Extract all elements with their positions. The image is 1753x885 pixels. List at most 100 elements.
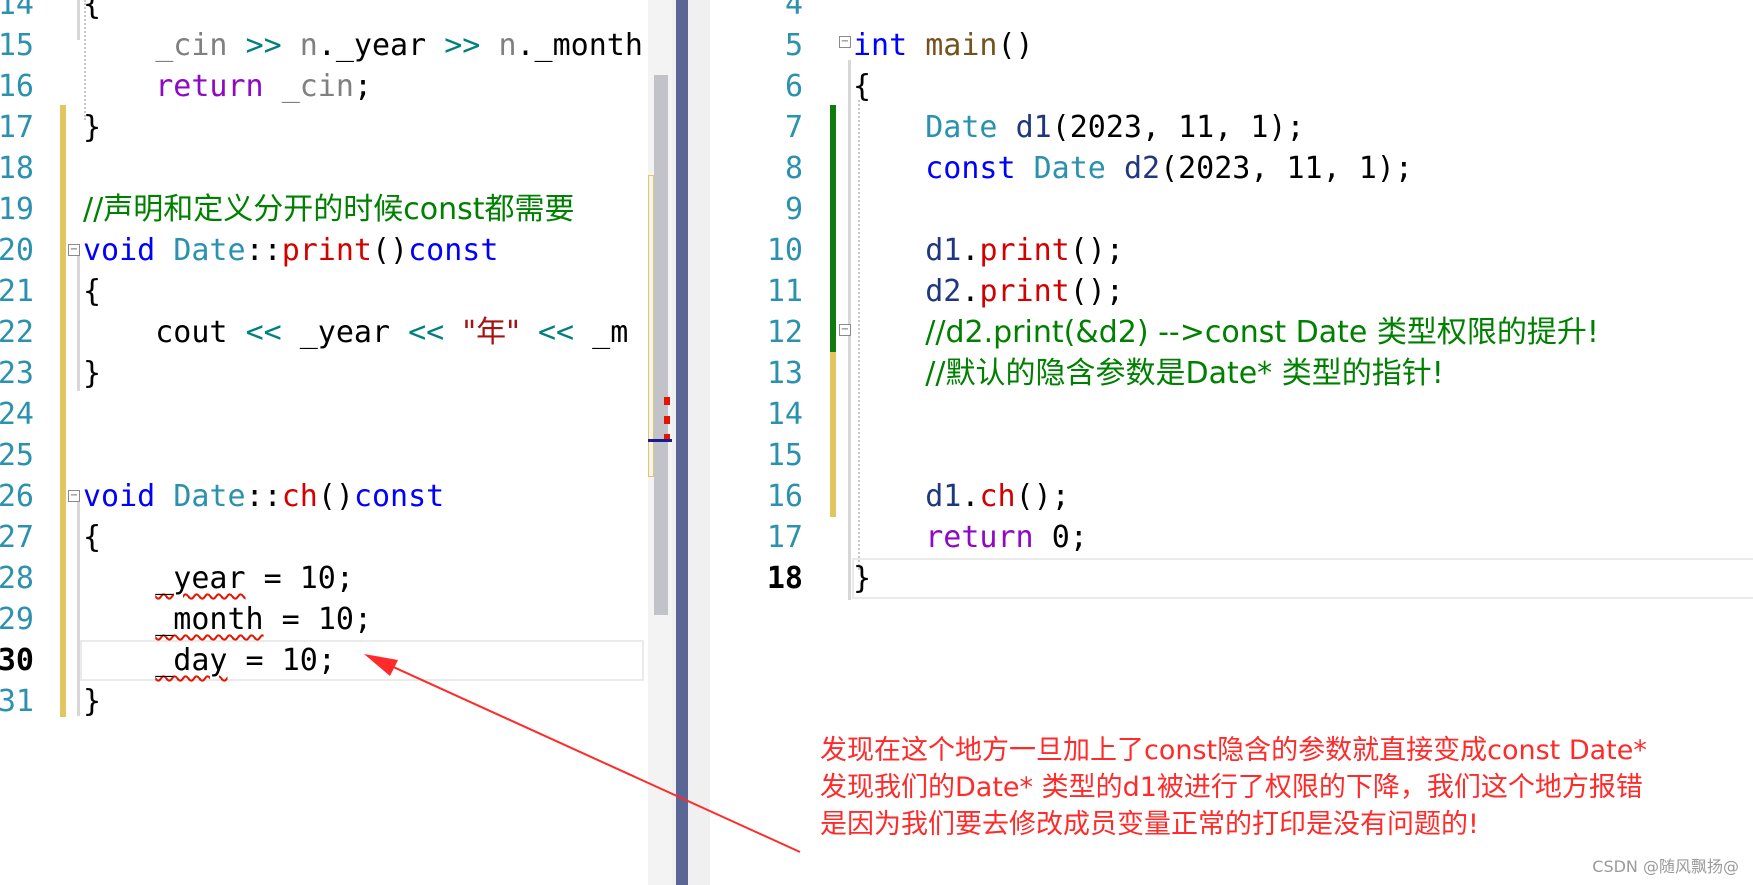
split-view-divider[interactable] [672, 0, 710, 885]
code-line[interactable]: 5 int main() [710, 25, 1753, 66]
code-line[interactable]: 18 [0, 148, 648, 189]
code-token: //声明和定义分开的时候const都需要 [83, 192, 575, 227]
code-line[interactable]: 15 _cin >> n._year >> n._month [0, 25, 648, 66]
code-text[interactable]: cout << _year << "年" << _m [83, 312, 628, 353]
code-token: << [537, 315, 575, 350]
code-line[interactable]: 23} [0, 353, 648, 394]
annotation-line: 发现我们的Date* 类型的d1被进行了权限的下降，我们这个地方报错 [820, 772, 1643, 803]
code-line[interactable]: 16 return _cin; [0, 66, 648, 107]
code-text[interactable]: d2.print(); [853, 271, 1124, 312]
code-token: } [83, 684, 102, 719]
code-text[interactable]: const Date d2(2023, 11, 1); [853, 148, 1413, 189]
code-token: (); [1069, 233, 1124, 268]
code-line[interactable]: 19 //声明和定义分开的时候const都需要 [0, 189, 648, 230]
code-text[interactable]: int main() [853, 25, 1034, 66]
code-line[interactable]: 17 return 0; [710, 517, 1753, 558]
code-text[interactable]: { [83, 517, 101, 558]
line-number: 9 [784, 192, 803, 227]
code-token: (2023, 11, 1); [1160, 151, 1413, 186]
code-line[interactable]: 9 [710, 189, 1753, 230]
code-token: :: [245, 233, 282, 268]
code-line[interactable]: 12 //d2.print(&d2) -->const Date 类型权限的提升… [710, 312, 1753, 353]
code-line[interactable]: 8 const Date d2(2023, 11, 1); [710, 148, 1753, 189]
code-line[interactable]: 29 _month = 10; [0, 599, 648, 640]
left-code-editor[interactable]: − − 14{15 _cin >> n._year >> n._month 16 … [0, 0, 648, 885]
code-line[interactable]: 14 { [0, 0, 648, 25]
line-number: 12 [766, 315, 803, 350]
code-line[interactable]: 20 void Date::print()const [0, 230, 648, 271]
code-line[interactable]: 25 [0, 435, 648, 476]
code-line[interactable]: 10 d1.print(); [710, 230, 1753, 271]
code-token: ; [1069, 520, 1088, 555]
code-text[interactable]: d1.ch(); [853, 476, 1070, 517]
code-line[interactable]: 11 d2.print(); [710, 271, 1753, 312]
code-text[interactable]: } [83, 107, 101, 148]
line-number: 14 [0, 0, 34, 22]
scrollbar-thumb[interactable] [654, 75, 668, 615]
code-line[interactable]: 15 [710, 435, 1753, 476]
code-line[interactable]: 26 void Date::ch()const [0, 476, 648, 517]
code-text[interactable]: _year = 10; [83, 558, 354, 599]
code-text[interactable]: } [853, 558, 871, 599]
code-token: { [83, 0, 102, 22]
line-number: 14 [766, 397, 803, 432]
left-vertical-scrollbar[interactable] [648, 0, 672, 885]
line-number: 28 [0, 561, 34, 596]
code-token: _year [299, 315, 391, 350]
code-line[interactable]: 13 //默认的隐含参数是Date* 类型的指针! [710, 353, 1753, 394]
scrollbar-error-tick [664, 416, 670, 424]
code-text[interactable]: void Date::print()const [83, 230, 498, 271]
code-token: const [408, 233, 499, 268]
code-line[interactable]: 17} [0, 107, 648, 148]
line-number: 17 [766, 520, 803, 555]
code-text[interactable]: return _cin; [83, 66, 372, 107]
code-line[interactable]: 21 { [0, 271, 648, 312]
code-text[interactable]: { [853, 66, 871, 107]
code-line[interactable]: 7 Date d1(2023, 11, 1); [710, 107, 1753, 148]
code-token: cout [155, 315, 228, 350]
code-text[interactable]: { [83, 271, 101, 312]
code-token: print [979, 274, 1070, 309]
code-line[interactable]: 22 cout << _year << "年" << _m [0, 312, 648, 353]
line-number: 4 [784, 0, 803, 22]
code-line[interactable]: 14 [710, 394, 1753, 435]
code-text[interactable]: _month = 10; [83, 599, 372, 640]
code-text[interactable]: { [83, 0, 101, 25]
code-token: 10 [281, 643, 318, 678]
code-text[interactable]: //d2.print(&d2) -->const Date 类型权限的提升! [853, 312, 1599, 353]
watermark: CSDN @随风飘扬@ [1592, 857, 1739, 876]
code-line[interactable]: 28 _year = 10; [0, 558, 648, 599]
code-text[interactable]: _cin >> n._year >> n._month [83, 25, 643, 66]
line-number: 5 [784, 28, 803, 63]
code-token: (); [1069, 274, 1124, 309]
code-line[interactable]: 16 d1.ch(); [710, 476, 1753, 517]
code-text[interactable]: Date d1(2023, 11, 1); [853, 107, 1304, 148]
splitter-handle[interactable] [676, 0, 688, 885]
code-token: return [925, 520, 1034, 555]
code-line[interactable]: 4 [710, 0, 1753, 25]
code-token: //默认的隐含参数是Date* 类型的指针! [925, 356, 1444, 391]
code-line[interactable]: 31} [0, 681, 648, 722]
code-line[interactable]: 18} [710, 558, 1753, 599]
code-text[interactable]: _day = 10; [83, 640, 336, 681]
code-text[interactable]: } [83, 681, 101, 722]
code-line[interactable]: 30 _day = 10; [0, 640, 648, 681]
code-line[interactable]: 24 [0, 394, 648, 435]
code-text[interactable]: d1.print(); [853, 230, 1124, 271]
code-line[interactable]: 27 { [0, 517, 648, 558]
code-token: Date [925, 110, 998, 145]
code-text[interactable]: //声明和定义分开的时候const都需要 [83, 189, 574, 230]
code-token: = [227, 643, 282, 678]
code-line[interactable]: 6{ [710, 66, 1753, 107]
code-text[interactable]: //默认的隐含参数是Date* 类型的指针! [853, 353, 1444, 394]
line-number: 25 [0, 438, 34, 473]
code-text[interactable]: return 0; [853, 517, 1088, 558]
code-token: ; [353, 602, 372, 637]
code-text[interactable]: } [83, 353, 101, 394]
code-text[interactable]: void Date::ch()const [83, 476, 444, 517]
